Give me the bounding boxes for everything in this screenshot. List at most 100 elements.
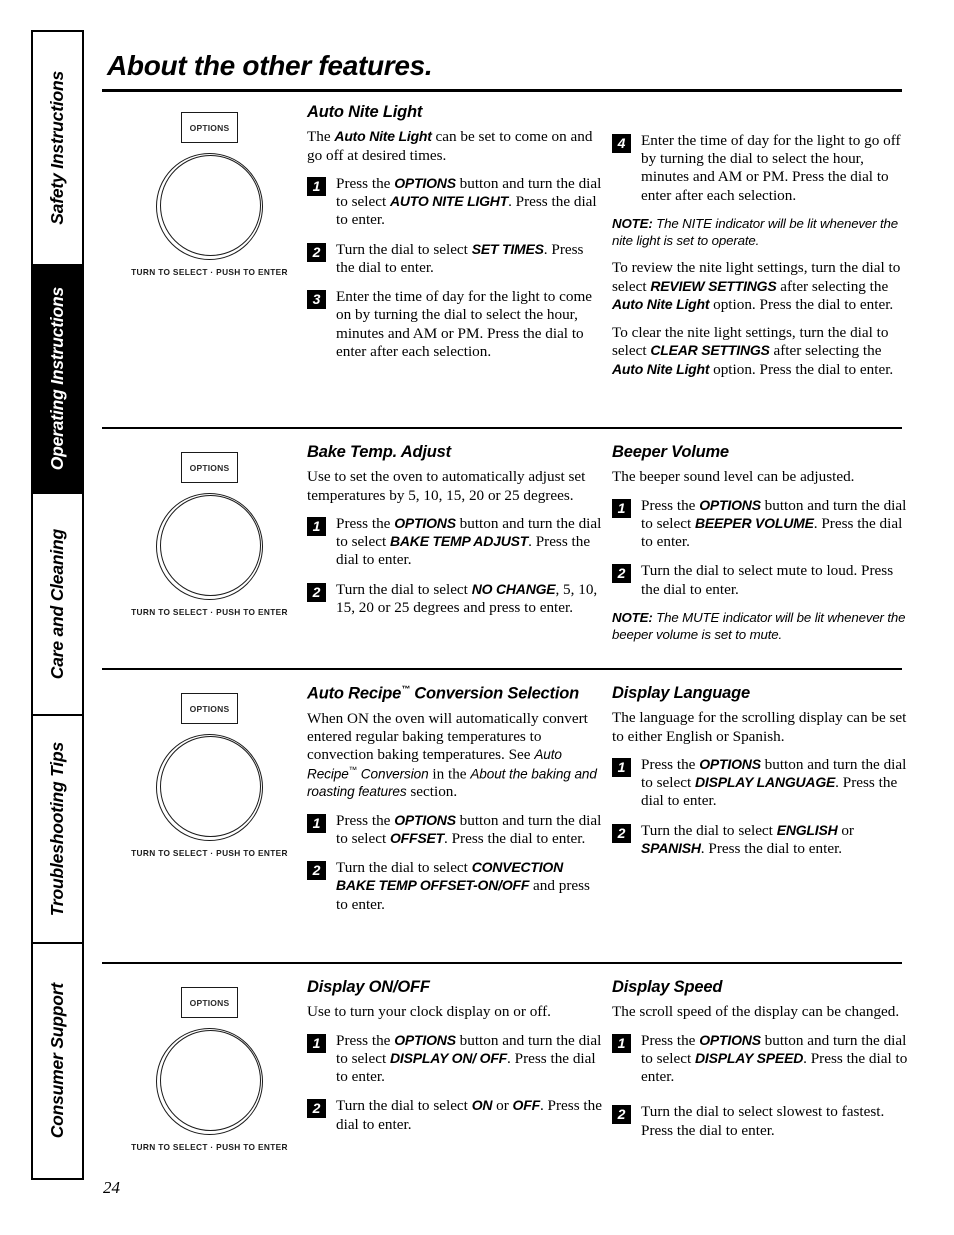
- text-run-bold: OFFSET: [389, 829, 445, 846]
- step-item: 2 Turn the dial to select mute to loud. …: [612, 562, 908, 598]
- text-run: Turn the dial to select: [641, 821, 777, 839]
- text-run-bold: DISPLAY SPEED: [694, 1049, 804, 1066]
- section-heading-display-on-off: Display ON/OFF: [307, 978, 430, 996]
- section-display-language: Display Language The language for the sc…: [612, 684, 908, 858]
- sidebar-tab-label: Care and Cleaning: [47, 528, 67, 680]
- text-run-bold: DISPLAY LANGUAGE: [694, 774, 836, 791]
- step-number: 1: [307, 813, 326, 833]
- text-run: Turn the dial to select: [336, 859, 472, 877]
- step-number: 1: [612, 757, 631, 777]
- step-item: 1 Press the OPTIONS button and turn the …: [307, 175, 603, 230]
- step-item: 2 Turn the dial to select NO CHANGE, 5, …: [307, 581, 603, 617]
- step-number: 4: [612, 134, 631, 153]
- trademark-symbol: ™: [348, 764, 358, 775]
- section-display-speed: Display Speed The scroll speed of the di…: [612, 978, 908, 1140]
- section-heading-auto-recipe-conversion: Auto Recipe™ Conversion Selection: [307, 684, 603, 703]
- options-button-graphic: OPTIONS: [181, 693, 238, 724]
- beeper-volume-intro: The beeper sound level can be adjusted.: [612, 468, 855, 486]
- display-language-intro: The language for the scrolling display c…: [612, 709, 907, 745]
- bake-temp-adjust-intro: Use to set the oven to automatically adj…: [307, 468, 586, 504]
- text-run-bold: BAKE TEMP ADJUST: [389, 533, 529, 550]
- text-run-bold: OPTIONS: [699, 755, 761, 772]
- dial-caption: TURN TO SELECT · PUSH TO ENTER: [131, 267, 288, 277]
- text-run: Turn the dial to select: [336, 240, 472, 258]
- page-number: 24: [103, 1178, 120, 1197]
- control-dial-illustration-3: OPTIONS TURN TO SELECT · PUSH TO ENTER: [122, 693, 297, 858]
- section-heading-beeper-volume: Beeper Volume: [612, 443, 729, 461]
- text-run-bold: ON: [471, 1097, 493, 1114]
- title-divider: [102, 89, 902, 92]
- text-run: . Press the dial to enter.: [700, 839, 843, 857]
- text-run: Turn the dial to select slowest to faste…: [641, 1103, 885, 1139]
- sidebar-tab-label: Troubleshooting Tips: [47, 741, 67, 917]
- section-auto-nite-light-right: 4 Enter the time of day for the light to…: [612, 132, 908, 379]
- section-bake-temp-adjust: Bake Temp. Adjust Use to set the oven to…: [307, 443, 603, 617]
- sidebar-tab-operating-instructions[interactable]: Operating Instructions: [33, 266, 82, 494]
- text-run: in the: [428, 765, 471, 783]
- options-button-label: OPTIONS: [189, 997, 230, 1008]
- sidebar-tab-care-and-cleaning[interactable]: Care and Cleaning: [33, 494, 82, 716]
- clear-settings-paragraph: To clear the nite light settings, turn t…: [612, 324, 908, 379]
- section-beeper-volume: Beeper Volume The beeper sound level can…: [612, 443, 908, 653]
- step-item: 1 Press the OPTIONS button and turn the …: [612, 497, 908, 552]
- text-run: after selecting the: [769, 342, 882, 360]
- text-run-bold: CLEAR SETTINGS: [650, 342, 770, 359]
- step-item: 1 Press the OPTIONS button and turn the …: [612, 756, 908, 811]
- options-button-graphic: OPTIONS: [181, 112, 238, 143]
- selector-knob-icon: [156, 153, 263, 260]
- note-text: The MUTE indicator will be lit whenever …: [612, 609, 906, 642]
- text-run: option. Press the dial to enter.: [709, 360, 894, 378]
- text-run-bold: Auto Nite Light: [612, 295, 710, 312]
- step-number: 1: [307, 516, 326, 536]
- section-heading-display-language: Display Language: [612, 684, 751, 702]
- text-run: The: [307, 128, 335, 146]
- step-number: 2: [612, 823, 631, 843]
- text-run-bold: ENGLISH: [776, 821, 838, 838]
- step-number: 2: [307, 861, 326, 881]
- text-run: after selecting the: [776, 277, 889, 295]
- section-auto-recipe-conversion: Auto Recipe™ Conversion Selection When O…: [307, 684, 603, 914]
- display-speed-intro: The scroll speed of the display can be c…: [612, 1003, 900, 1021]
- text-run-bold: OPTIONS: [394, 514, 456, 531]
- text-run: Auto Recipe: [307, 684, 402, 703]
- text-run: Enter the time of day for the light to g…: [641, 132, 901, 204]
- sidebar-tab-safety-instructions[interactable]: Safety Instructions: [33, 32, 82, 266]
- text-run: Press the: [641, 755, 700, 773]
- trademark-symbol: ™: [401, 684, 410, 694]
- text-run: Turn the dial to select: [336, 1097, 472, 1115]
- text-run-bold: OPTIONS: [394, 174, 456, 191]
- text-run-bold: OPTIONS: [394, 1031, 456, 1048]
- text-run-bold: OPTIONS: [699, 1031, 761, 1048]
- sidebar-tab-consumer-support[interactable]: Consumer Support: [33, 944, 82, 1178]
- step-item: 2 Turn the dial to select slowest to fas…: [612, 1103, 908, 1139]
- step-number: 2: [307, 242, 326, 262]
- text-run-bold: OPTIONS: [394, 811, 456, 828]
- text-run-bold: Auto Nite Light: [612, 360, 710, 377]
- section-divider: [102, 962, 902, 964]
- selector-knob-icon: [156, 493, 263, 600]
- section-heading-display-speed: Display Speed: [612, 978, 723, 996]
- section-display-on-off: Display ON/OFF Use to turn your clock di…: [307, 978, 603, 1134]
- step-number: 1: [307, 1033, 326, 1053]
- text-run: option. Press the dial to enter.: [709, 295, 894, 313]
- step-number: 2: [612, 1105, 631, 1125]
- step-number: 1: [612, 498, 631, 518]
- options-button-graphic: OPTIONS: [181, 452, 238, 483]
- note-text: The NITE indicator will be lit whenever …: [612, 215, 899, 248]
- text-run: . Press the dial to enter.: [444, 829, 586, 847]
- text-run: or: [492, 1097, 513, 1115]
- sidebar-tab-troubleshooting-tips[interactable]: Troubleshooting Tips: [33, 716, 82, 944]
- step-number: 2: [612, 564, 631, 584]
- sidebar-tab-label: Consumer Support: [47, 983, 67, 1139]
- display-on-off-intro: Use to turn your clock display on or off…: [307, 1003, 551, 1021]
- section-heading-bake-temp-adjust: Bake Temp. Adjust: [307, 443, 451, 461]
- text-run-bold: SPANISH: [641, 839, 701, 856]
- control-dial-illustration-4: OPTIONS TURN TO SELECT · PUSH TO ENTER: [122, 987, 297, 1152]
- step-item: 2 Turn the dial to select ENGLISH or SPA…: [612, 822, 908, 858]
- step-number: 2: [307, 1099, 326, 1119]
- dial-caption: TURN TO SELECT · PUSH TO ENTER: [131, 1142, 288, 1152]
- text-run-bold: REVIEW SETTINGS: [650, 277, 777, 294]
- auto-recipe-intro: When ON the oven will automatically conv…: [307, 710, 603, 802]
- options-button-label: OPTIONS: [189, 462, 230, 473]
- sidebar-navigation: Safety Instructions Operating Instructio…: [31, 30, 84, 1180]
